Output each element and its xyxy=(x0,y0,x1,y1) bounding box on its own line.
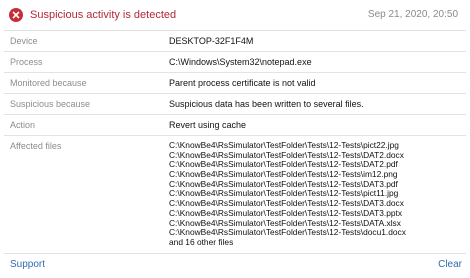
monitored-because-value: Parent process certificate is not valid xyxy=(169,78,316,88)
detail-row-action: Action Revert using cache xyxy=(4,114,466,135)
detail-row-monitored-because: Monitored because Parent process certifi… xyxy=(4,72,466,93)
suspicious-because-value: Suspicious data has been written to seve… xyxy=(169,99,364,109)
clear-link[interactable]: Clear xyxy=(438,259,462,271)
monitored-because-label: Monitored because xyxy=(10,78,87,88)
support-link[interactable]: Support xyxy=(10,259,45,271)
alert-header: Suspicious activity is detected Sep 21, … xyxy=(0,0,470,30)
action-value: Revert using cache xyxy=(169,120,247,130)
detail-row-device: Device DESKTOP-32F1F4M xyxy=(4,30,466,51)
detail-row-affected-files: Affected files C:\KnowBe4\RsSimulator\Te… xyxy=(4,135,466,254)
error-x-icon xyxy=(9,8,23,22)
detail-row-process: Process C:\Windows\System32\notepad.exe xyxy=(4,51,466,72)
device-value: DESKTOP-32F1F4M xyxy=(169,36,254,46)
affected-files-label: Affected files xyxy=(10,141,62,151)
process-value: C:\Windows\System32\notepad.exe xyxy=(169,57,312,67)
action-label: Action xyxy=(10,120,36,130)
suspicious-because-label: Suspicious because xyxy=(10,99,91,109)
process-label: Process xyxy=(10,57,43,67)
alert-timestamp: Sep 21, 2020, 20:50 xyxy=(367,9,458,20)
device-label: Device xyxy=(10,36,38,46)
detail-row-suspicious-because: Suspicious because Suspicious data has b… xyxy=(4,93,466,114)
details-table: Device DESKTOP-32F1F4M Process C:\Window… xyxy=(0,30,470,254)
other-files-summary: and 16 other files xyxy=(169,236,234,247)
alert-title: Suspicious activity is detected xyxy=(30,9,177,21)
affected-files-list: C:\KnowBe4\RsSimulator\TestFolder\Tests\… xyxy=(169,140,406,248)
